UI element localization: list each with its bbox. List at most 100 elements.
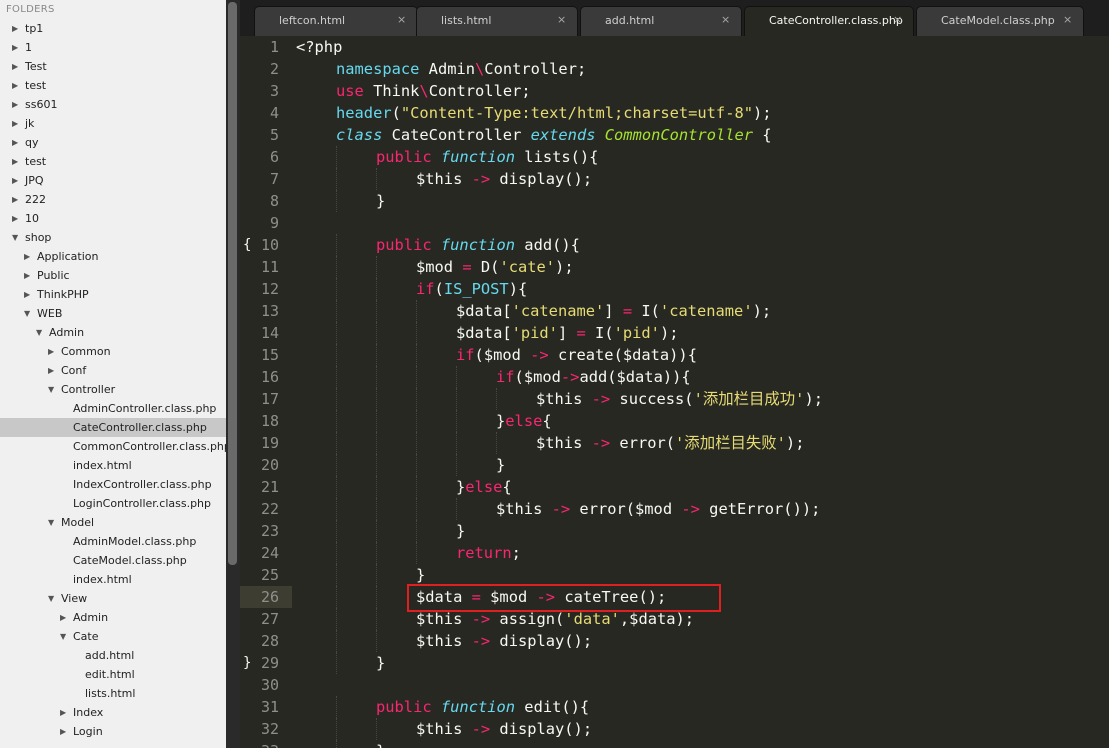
code-line[interactable]: $this -> display(); [416, 168, 592, 190]
tree-file-item[interactable]: lists.html [0, 684, 226, 703]
code-line[interactable]: if(IS_POST){ [416, 278, 527, 300]
code-line[interactable]: $data['pid'] = I('pid'); [456, 322, 678, 344]
code-line[interactable]: $this -> error('添加栏目失败'); [536, 432, 804, 454]
disclosure-closed-icon[interactable]: ▶ [12, 38, 22, 57]
code-line[interactable]: } [376, 190, 385, 212]
disclosure-closed-icon[interactable]: ▶ [60, 608, 70, 627]
code-line[interactable]: } [416, 564, 425, 586]
disclosure-closed-icon[interactable]: ▶ [24, 247, 34, 266]
tree-folder-item[interactable]: ▶ Common [0, 342, 226, 361]
code-line[interactable]: return; [456, 542, 521, 564]
code-line[interactable]: public function add(){ [376, 234, 580, 256]
code-line[interactable]: } [496, 454, 505, 476]
tab-lists-html[interactable]: lists.html × [416, 6, 578, 36]
fold-marker-icon[interactable]: { [243, 234, 251, 256]
tree-folder-item[interactable]: ▼ WEB [0, 304, 226, 323]
tree-file-item[interactable]: add.html [0, 646, 226, 665]
code-line[interactable]: use Think\Controller; [336, 80, 531, 102]
code-line[interactable]: header("Content-Type:text/html;charset=u… [336, 102, 772, 124]
code-line[interactable]: $this -> success('添加栏目成功'); [536, 388, 823, 410]
tree-folder-item[interactable]: ▼ View [0, 589, 226, 608]
disclosure-closed-icon[interactable]: ▶ [60, 722, 70, 741]
code-editor[interactable]: 1 2 3 4 5 6 7 8 9 10{11 12 13 14 15 16 17 18 19 20 21 22 23 24… [240, 36, 1109, 748]
disclosure-closed-icon[interactable]: ▶ [12, 190, 22, 209]
tree-folder-item[interactable]: ▶ ss601 [0, 95, 226, 114]
disclosure-closed-icon[interactable]: ▶ [12, 209, 22, 228]
code-line[interactable]: } [376, 652, 385, 674]
tree-file-item[interactable]: AdminController.class.php [0, 399, 226, 418]
sidebar-scrollbar-thumb[interactable] [228, 2, 237, 565]
tree-file-item[interactable]: index.html [0, 456, 226, 475]
code-line[interactable]: <?php [296, 36, 342, 58]
code-line[interactable]: $this -> error($mod -> getError()); [496, 498, 820, 520]
code-line[interactable]: } [376, 740, 385, 748]
tree-folder-item[interactable]: ▶ test [0, 76, 226, 95]
tree-file-item[interactable]: AdminModel.class.php [0, 532, 226, 551]
code-line[interactable]: if($mod->add($data)){ [496, 366, 691, 388]
disclosure-closed-icon[interactable]: ▶ [60, 703, 70, 722]
disclosure-closed-icon[interactable]: ▶ [12, 152, 22, 171]
close-icon[interactable]: × [557, 13, 566, 26]
tree-folder-item[interactable]: ▶ jk [0, 114, 226, 133]
disclosure-closed-icon[interactable]: ▶ [12, 76, 22, 95]
tab-catemodel-class-php[interactable]: CateModel.class.php × [916, 6, 1084, 36]
tree-folder-item[interactable]: ▶ Test [0, 57, 226, 76]
disclosure-closed-icon[interactable]: ▶ [24, 266, 34, 285]
code-line[interactable]: $this -> display(); [416, 718, 592, 740]
code-line[interactable]: namespace Admin\Controller; [336, 58, 586, 80]
disclosure-closed-icon[interactable]: ▶ [12, 57, 22, 76]
tree-folder-item[interactable]: ▶ 1 [0, 38, 226, 57]
tree-folder-item[interactable]: ▶ JPQ [0, 171, 226, 190]
close-icon[interactable]: × [1063, 13, 1072, 26]
tree-folder-item[interactable]: ▶ Conf [0, 361, 226, 380]
disclosure-closed-icon[interactable]: ▶ [12, 133, 22, 152]
tree-folder-item[interactable]: ▼ shop [0, 228, 226, 247]
disclosure-open-icon[interactable]: ▼ [60, 627, 70, 646]
tree-file-item[interactable]: edit.html [0, 665, 226, 684]
code-line[interactable]: class CateController extends CommonContr… [336, 124, 772, 146]
tab-catecontroller-class-php[interactable]: CateController.class.php × [744, 6, 914, 36]
disclosure-open-icon[interactable]: ▼ [36, 323, 46, 342]
tree-file-item[interactable]: CommonController.class.php [0, 437, 226, 456]
code-line[interactable]: }else{ [456, 476, 512, 498]
code-line[interactable]: $data['catename'] = I('catename'); [456, 300, 771, 322]
tree-folder-item[interactable]: ▶ Admin [0, 608, 226, 627]
disclosure-open-icon[interactable]: ▼ [12, 228, 22, 247]
disclosure-closed-icon[interactable]: ▶ [48, 342, 58, 361]
close-icon[interactable]: × [721, 13, 730, 26]
tree-folder-item[interactable]: ▶ Public [0, 266, 226, 285]
tree-folder-item[interactable]: ▶ ThinkPHP [0, 285, 226, 304]
tab-leftcon-html[interactable]: leftcon.html × [254, 6, 418, 36]
disclosure-closed-icon[interactable]: ▶ [48, 361, 58, 380]
code-line[interactable]: } [456, 520, 465, 542]
tree-folder-item[interactable]: ▶ qy [0, 133, 226, 152]
tree-file-item[interactable]: CateModel.class.php [0, 551, 226, 570]
disclosure-open-icon[interactable]: ▼ [48, 513, 58, 532]
disclosure-open-icon[interactable]: ▼ [48, 380, 58, 399]
tree-folder-item[interactable]: ▶ Login [0, 722, 226, 741]
disclosure-open-icon[interactable]: ▼ [48, 589, 58, 608]
tree-file-item[interactable]: LoginController.class.php [0, 494, 226, 513]
disclosure-closed-icon[interactable]: ▶ [12, 171, 22, 190]
tree-folder-item[interactable]: ▼ Model [0, 513, 226, 532]
close-icon[interactable]: × [893, 13, 902, 26]
tree-folder-item[interactable]: ▶ tp1 [0, 19, 226, 38]
disclosure-closed-icon[interactable]: ▶ [12, 114, 22, 133]
code-line[interactable]: $mod = D('cate'); [416, 256, 574, 278]
disclosure-closed-icon[interactable]: ▶ [24, 285, 34, 304]
tree-file-item[interactable]: CateController.class.php [0, 418, 226, 437]
disclosure-open-icon[interactable]: ▼ [24, 304, 34, 323]
tree-folder-item[interactable]: ▼ Controller [0, 380, 226, 399]
tree-folder-item[interactable]: ▶ 10 [0, 209, 226, 228]
close-icon[interactable]: × [397, 13, 406, 26]
disclosure-closed-icon[interactable]: ▶ [12, 19, 22, 38]
tree-folder-item[interactable]: ▶ Application [0, 247, 226, 266]
code-line[interactable]: $this -> display(); [416, 630, 592, 652]
code-line[interactable]: public function lists(){ [376, 146, 598, 168]
code-line[interactable]: public function edit(){ [376, 696, 589, 718]
code-line[interactable]: }else{ [496, 410, 552, 432]
tab-add-html[interactable]: add.html × [580, 6, 742, 36]
tree-folder-item[interactable]: ▶ test [0, 152, 226, 171]
tree-file-item[interactable]: index.html [0, 570, 226, 589]
tree-folder-item[interactable]: ▶ Index [0, 703, 226, 722]
